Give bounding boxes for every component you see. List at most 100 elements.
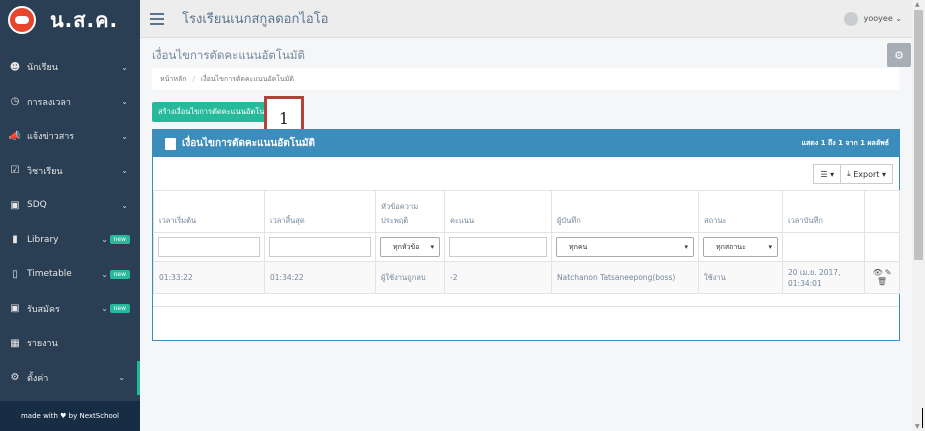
- filter-cell: ทุกสถานะ ▾: [698, 232, 783, 262]
- sidebar-menu: ☻ นักเรียน ⌄ ◷ การลงเวลา ⌄ 📣 แจ้งข่าวสาร…: [0, 50, 140, 395]
- conditions-panel: เงื่อนไขการตัดคะแนนอัตโนมัติ แสดง 1 ถึง …: [152, 129, 900, 341]
- table-row: 01:33:22 01:34:22 ผู้ใช้งานถูกลบ -2 Natc…: [153, 261, 900, 294]
- breadcrumb-current: เงื่อนไขการตัดคะแนนอัตโนมัติ: [200, 74, 294, 83]
- sidebar-item-label: รับสมัคร: [27, 304, 60, 315]
- filter-cell: [444, 232, 552, 262]
- recorder-filter-value: ทุกคน: [569, 242, 588, 251]
- book-icon: ▣: [10, 199, 20, 211]
- book-icon: ▣: [10, 303, 20, 315]
- breadcrumb-home[interactable]: หน้าหลัก: [160, 74, 186, 85]
- end-time-filter-input[interactable]: [269, 237, 371, 257]
- behavior-filter-value: ทุกหัวข้อ: [393, 242, 420, 251]
- panel-footer: [153, 306, 899, 340]
- sidebar-item-reports[interactable]: ▦ รายงาน: [0, 326, 140, 361]
- sidebar-item-students[interactable]: ☻ นักเรียน ⌄: [0, 50, 140, 85]
- filter-cell: ทุกหัวข้อ ▾: [375, 232, 445, 262]
- sidebar-item-label: การลงเวลา: [27, 97, 71, 108]
- sidebar-item-label: Timetable: [27, 269, 72, 280]
- menu-toggle-icon[interactable]: [150, 12, 164, 25]
- export-button[interactable]: ⤓ Export ▾: [841, 164, 893, 184]
- behavior-filter-select[interactable]: ทุกหัวข้อ ▾: [380, 237, 440, 257]
- breadcrumb-separator: /: [192, 75, 195, 83]
- column-header-recorded-at[interactable]: เวลาบันทึก: [782, 190, 865, 233]
- sidebar-item-timetable[interactable]: ▯ Timetable ⌄ new: [0, 257, 140, 292]
- columns-toggle-button[interactable]: ☰ ▾: [813, 164, 842, 184]
- sidebar-item-subjects[interactable]: ☑ วิชาเรียน ⌄: [0, 154, 140, 189]
- user-menu[interactable]: yooyee ⌄: [843, 11, 902, 26]
- filter-cell: [153, 232, 265, 262]
- gear-icon: ⚙: [894, 48, 904, 62]
- caret-down-icon: ▾: [881, 169, 886, 179]
- chevron-down-icon: ⌄: [892, 14, 902, 23]
- sidebar-item-library[interactable]: ▮ Library ⌄ new: [0, 223, 140, 258]
- sidebar-item-announcements[interactable]: 📣 แจ้งข่าวสาร ⌄: [0, 119, 140, 154]
- column-header-start[interactable]: เวลาเริ่มต้น: [153, 190, 265, 233]
- users-icon: ☻: [9, 61, 21, 73]
- column-header-behavior[interactable]: หัวข้อความประพฤติ: [375, 190, 445, 233]
- sidebar-item-sdq[interactable]: ▣ SDQ ⌄: [0, 188, 140, 223]
- behavior-cell: ผู้ใช้งานถูกลบ: [375, 261, 445, 294]
- column-header-status[interactable]: สถานะ: [698, 190, 783, 233]
- status-filter-select[interactable]: ทุกสถานะ ▾: [703, 237, 778, 257]
- recorder-filter-select[interactable]: ทุกคน ▾: [556, 237, 694, 257]
- top-nav: โรงเรียนเนกสกูลดอกไอโอ yooyee ⌄: [140, 0, 912, 38]
- filter-cell: ทุกคน ▾: [551, 232, 699, 262]
- page-title: เงื่อนไขการตัดคะแนนอัตโนมัติ: [152, 48, 305, 62]
- score-filter-input[interactable]: [449, 237, 547, 257]
- owl-logo-icon: [8, 6, 36, 34]
- sidebar-item-label: วิชาเรียน: [27, 166, 63, 177]
- status-filter-value: ทุกสถานะ: [716, 242, 746, 251]
- brand[interactable]: น.ส.ค.: [0, 0, 140, 40]
- text-cursor: [922, 408, 923, 428]
- column-header-end[interactable]: เวลาสิ้นสุด: [264, 190, 376, 233]
- result-count: แสดง 1 ถึง 1 จาก 1 ผลลัพธ์: [801, 139, 889, 147]
- pencil-icon[interactable]: ✎: [885, 269, 892, 277]
- settings-gear-button[interactable]: ⚙: [887, 43, 911, 67]
- chevron-down-icon: ⌄: [101, 235, 108, 245]
- column-header-recorder[interactable]: ผู้บันทึก: [551, 190, 699, 233]
- sidebar-item-label: ตั้งค่า: [27, 373, 49, 384]
- create-condition-button[interactable]: สร้างเงื่อนไขการตัดคะแนนอัตโนมัติ: [152, 102, 267, 122]
- filter-cell: [264, 232, 376, 262]
- column-header-score[interactable]: คะแนน: [444, 190, 552, 233]
- avatar: [843, 11, 858, 26]
- chevron-down-icon: ⌄: [121, 131, 128, 141]
- library-book-icon: ▮: [12, 234, 18, 246]
- file-icon: ▯: [12, 268, 18, 280]
- start-time-cell: 01:33:22: [153, 261, 265, 294]
- filter-row: ทุกหัวข้อ ▾ ทุกคน ▾ ทุกสถานะ ▾: [153, 232, 900, 262]
- actions-cell: 👁 ✎ 🗑: [864, 261, 900, 294]
- conditions-table: เวลาเริ่มต้น เวลาสิ้นสุด หัวข้อความประพฤ…: [153, 190, 900, 294]
- trash-icon[interactable]: 🗑: [877, 278, 887, 286]
- chevron-down-icon: ⌄: [101, 269, 108, 279]
- recorded-at-cell: 20 เม.ย. 2017, 01:34:01: [782, 261, 865, 294]
- book-icon: [165, 137, 176, 150]
- filter-cell: [782, 232, 865, 262]
- page-scrollbar[interactable]: ▲ ▼: [912, 0, 925, 431]
- sidebar-item-label: รายงาน: [27, 339, 58, 350]
- chevron-down-icon: ⌄: [121, 97, 128, 107]
- caret-down-icon: ▾: [768, 243, 772, 251]
- scroll-up-arrow-icon[interactable]: ▲: [915, 1, 920, 8]
- column-header-actions: [864, 190, 900, 233]
- new-badge: new: [109, 235, 130, 245]
- scroll-down-arrow-icon[interactable]: ▼: [915, 423, 920, 430]
- sidebar-item-admission[interactable]: ▣ รับสมัคร ⌄ new: [0, 292, 140, 327]
- caret-down-icon: ▾: [430, 243, 434, 251]
- user-name: yooyee: [863, 14, 893, 23]
- sidebar-item-label: นักเรียน: [27, 63, 58, 74]
- start-time-filter-input[interactable]: [158, 237, 260, 257]
- table-toolbar: ☰ ▾ ⤓ Export ▾: [813, 164, 893, 184]
- chevron-down-icon: ⌄: [118, 373, 125, 383]
- score-cell: -2: [444, 261, 552, 294]
- list-icon: ☰: [820, 169, 828, 179]
- brand-title: น.ส.ค.: [50, 8, 119, 32]
- caret-down-icon: ▾: [684, 243, 688, 251]
- scrollbar-thumb[interactable]: [914, 10, 923, 260]
- download-icon: ⤓: [847, 169, 851, 178]
- panel-header: เงื่อนไขการตัดคะแนนอัตโนมัติ แสดง 1 ถึง …: [153, 130, 899, 157]
- eye-icon[interactable]: 👁: [873, 269, 883, 277]
- sidebar-item-settings[interactable]: ⚙ ตั้งค่า ⌄: [0, 360, 140, 395]
- sidebar-item-label: แจ้งข่าวสาร: [27, 132, 75, 143]
- sidebar-item-attendance[interactable]: ◷ การลงเวลา ⌄: [0, 85, 140, 120]
